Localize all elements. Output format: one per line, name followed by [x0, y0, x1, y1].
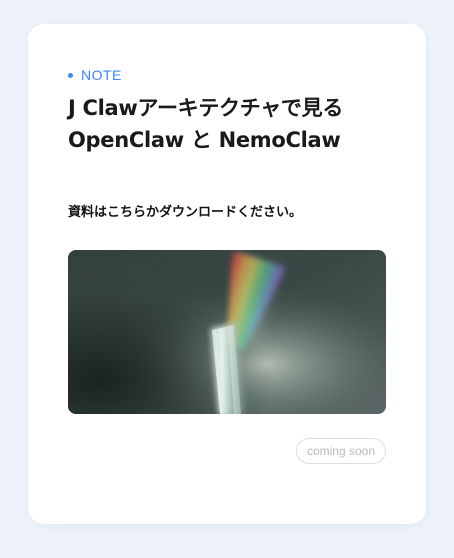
card-title-line-2: OpenClaw と NemoClaw	[68, 128, 341, 152]
prism-image	[68, 250, 386, 414]
card-title: J Clawアーキテクチャで見る OpenClaw と NemoClaw	[68, 92, 386, 156]
card-footer: coming soon	[68, 438, 386, 464]
bullet-dot-icon	[68, 72, 73, 78]
download-description: 資料はこちらかダウンロードください。	[68, 205, 303, 220]
prism-image-icon	[68, 250, 386, 414]
document-card: NOTE J Clawアーキテクチャで見る OpenClaw と NemoCla…	[28, 24, 426, 524]
note-tag: NOTE	[68, 68, 386, 82]
coming-soon-button[interactable]: coming soon	[295, 438, 386, 464]
card-title-line-1: J Clawアーキテクチャで見る	[68, 96, 344, 120]
note-tag-label: NOTE	[81, 67, 122, 83]
